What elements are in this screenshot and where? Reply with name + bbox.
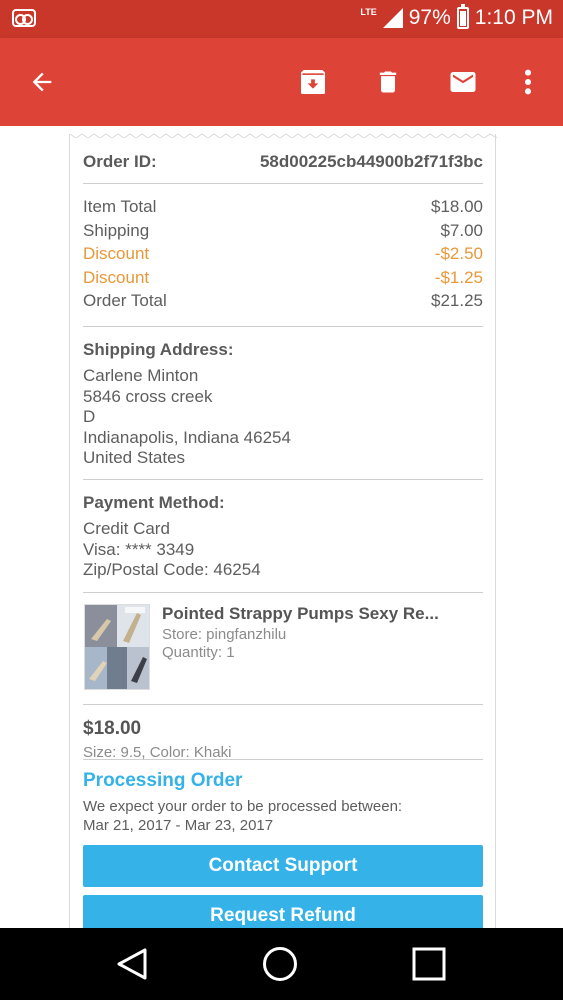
navigation-bar: [0, 928, 563, 1000]
address-line: 5846 cross creek: [83, 386, 213, 406]
processing-section: Processing Order We expect your order to…: [83, 770, 483, 835]
discount-row: Discount -$2.50: [83, 242, 483, 266]
discount-label: Discount: [83, 244, 150, 263]
divider: [83, 592, 483, 593]
more-vert-icon[interactable]: [506, 60, 550, 104]
product-thumbnail[interactable]: [84, 604, 150, 690]
product-quantity: Quantity: 1: [162, 644, 235, 661]
shipping-cost-row: Shipping $7.00: [83, 219, 483, 243]
shipping-cost-label: Shipping: [83, 220, 150, 240]
back-arrow-icon[interactable]: [20, 60, 64, 104]
shipping-address-label: Shipping Address:: [83, 340, 234, 359]
clock: 1:10 PM: [474, 6, 553, 29]
voicemail-icon: [12, 9, 36, 27]
request-refund-button[interactable]: Request Refund: [83, 895, 483, 928]
divider: [83, 183, 483, 184]
order-details-scroll[interactable]: Order ID: 58d00225cb44900b2f71f3bc Item …: [0, 126, 563, 928]
discount-value: -$2.50: [434, 244, 483, 263]
processing-text: We expect your order to be processed bet…: [83, 798, 403, 815]
order-total-label: Order Total: [83, 291, 167, 310]
order-total-row: Order Total $21.25: [83, 289, 483, 313]
contact-support-button[interactable]: Contact Support: [83, 845, 483, 887]
order-totals: Item Total $18.00 Shipping $7.00 Discoun…: [83, 195, 483, 313]
product-price: $18.00: [83, 718, 142, 739]
item-total-label: Item Total: [83, 197, 157, 216]
mark-unread-icon[interactable]: [441, 60, 485, 104]
discount-label: Discount: [83, 267, 150, 287]
payment-line: Visa: **** 3349: [83, 539, 195, 559]
shipping-address-section: Shipping Address: Carlene Minton 5846 cr…: [83, 340, 483, 469]
discount-row: Discount -$1.25: [83, 266, 483, 290]
payment-method-section: Payment Method: Credit Card Visa: **** 3…: [83, 493, 483, 581]
processing-title: Processing Order: [83, 770, 243, 791]
back-nav-icon[interactable]: [110, 942, 154, 986]
item-total-value: $18.00: [431, 197, 483, 216]
item-total-row: Item Total $18.00: [83, 195, 483, 219]
status-indicators: LTE 97% 1:10 PM: [360, 4, 553, 30]
recents-nav-icon[interactable]: [407, 942, 451, 986]
home-nav-icon[interactable]: [258, 942, 302, 986]
delete-icon[interactable]: [366, 60, 410, 104]
address-line: Indianapolis, Indiana 46254: [83, 427, 291, 447]
address-line: Carlene Minton: [83, 366, 199, 385]
payment-method-label: Payment Method:: [83, 493, 225, 512]
network-type: LTE: [360, 7, 377, 17]
status-bar: LTE 97% 1:10 PM: [0, 0, 563, 38]
price-section: $18.00 Size: 9.5, Color: Khaki: [83, 718, 483, 761]
order-id-row: Order ID: 58d00225cb44900b2f71f3bc: [83, 150, 483, 174]
address-line: D: [83, 407, 96, 426]
order-card: Order ID: 58d00225cb44900b2f71f3bc Item …: [69, 133, 497, 928]
battery-percent: 97%: [408, 6, 451, 29]
divider: [83, 326, 483, 327]
divider: [83, 704, 483, 705]
order-total-value: $21.25: [431, 291, 483, 310]
product-store: Store: pingfanzhilu: [162, 626, 287, 643]
payment-line: Credit Card: [83, 519, 170, 538]
signal-icon: [382, 8, 403, 28]
divider: [83, 759, 483, 760]
shipping-cost-value: $7.00: [440, 220, 483, 240]
payment-line: Zip/Postal Code: 46254: [83, 560, 261, 579]
battery-icon: [456, 4, 469, 29]
discount-value: -$1.25: [434, 267, 483, 287]
product-title[interactable]: Pointed Strappy Pumps Sexy Re...: [162, 604, 483, 624]
divider: [83, 479, 483, 480]
order-id-label: Order ID:: [83, 152, 157, 171]
address-line: United States: [83, 448, 186, 467]
product-item[interactable]: Pointed Strappy Pumps Sexy Re... Store: …: [83, 604, 483, 690]
app-bar: [0, 38, 563, 126]
order-id-value: 58d00225cb44900b2f71f3bc: [259, 152, 483, 171]
archive-icon[interactable]: [291, 60, 335, 104]
receipt-edge: [70, 133, 497, 138]
processing-dates: Mar 21, 2017 - Mar 23, 2017: [83, 817, 274, 834]
